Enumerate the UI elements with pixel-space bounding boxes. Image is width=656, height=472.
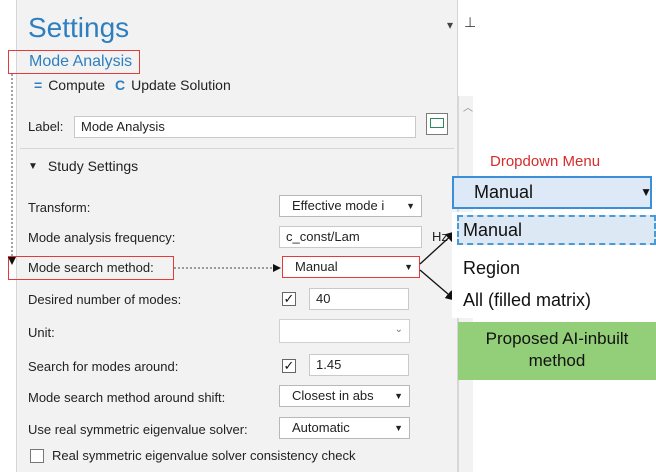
dropdown-option-region[interactable]: Region [463, 256, 520, 280]
dropdown-option-manual[interactable]: Manual [463, 218, 522, 242]
dropdown-option-all[interactable]: All (filled matrix) [463, 288, 591, 312]
dropdown-menu-title: Dropdown Menu [490, 153, 601, 170]
dropdown-selected: Manual [474, 182, 534, 202]
select-to-manual-arrow [419, 231, 456, 265]
dropdown-header[interactable]: Manual ▼ [452, 176, 652, 209]
select-to-all-arrow [419, 269, 456, 301]
ai-method-note: Proposed AI-inbuilt method [458, 322, 656, 380]
dropdown-arrow-icon: ▼ [640, 185, 652, 199]
